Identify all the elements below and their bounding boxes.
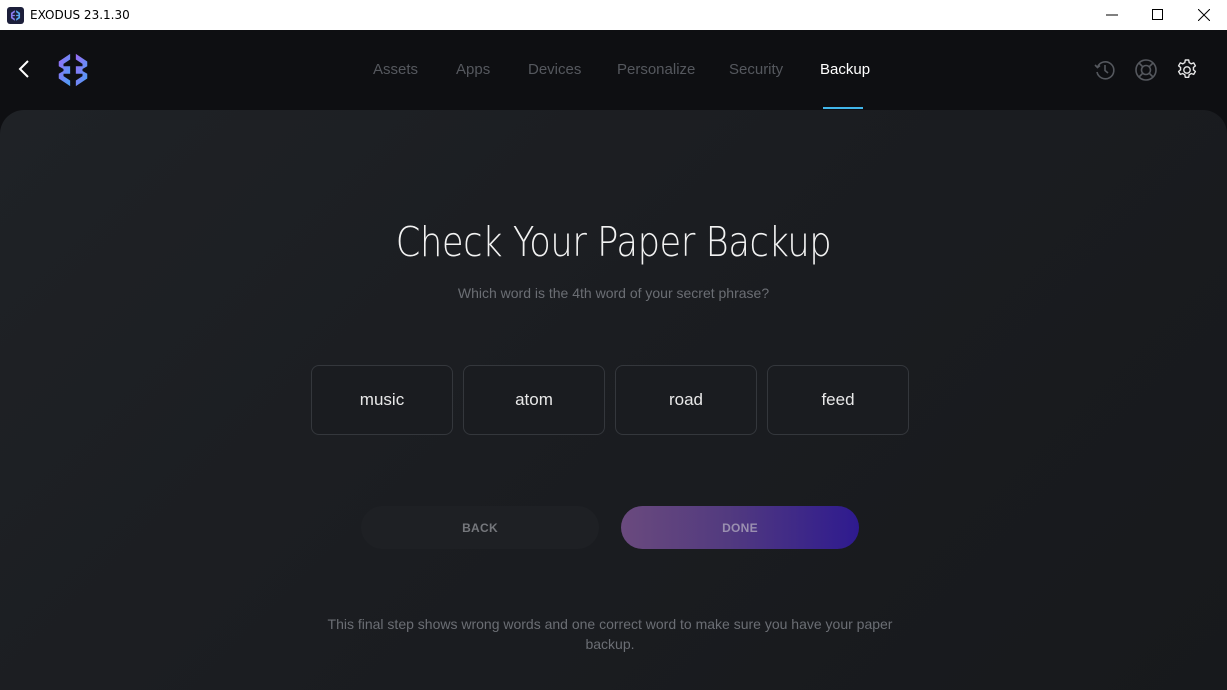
tab-backup[interactable]: Backup bbox=[820, 61, 870, 78]
maximize-button[interactable] bbox=[1135, 0, 1181, 30]
tab-personalize[interactable]: Personalize bbox=[617, 61, 695, 78]
active-tab-indicator bbox=[823, 107, 863, 109]
close-button[interactable] bbox=[1181, 0, 1227, 30]
lifebuoy-icon bbox=[1135, 59, 1157, 81]
exodus-app-icon bbox=[7, 6, 24, 24]
maximize-icon bbox=[1152, 9, 1163, 20]
page-title: Check Your Paper Backup bbox=[395, 218, 832, 266]
word-option[interactable]: music bbox=[311, 365, 453, 435]
minimize-icon bbox=[1106, 14, 1118, 16]
close-icon bbox=[1198, 9, 1210, 21]
tab-apps[interactable]: Apps bbox=[456, 61, 490, 78]
word-option[interactable]: atom bbox=[463, 365, 605, 435]
word-option[interactable]: feed bbox=[767, 365, 909, 435]
question-text: Which word is the 4th word of your secre… bbox=[457, 285, 770, 301]
support-button[interactable] bbox=[1134, 58, 1158, 82]
window-title: EXODUS 23.1.30 bbox=[30, 8, 130, 22]
top-navigation: Assets Apps Devices Personalize Security… bbox=[0, 30, 1227, 110]
tab-assets[interactable]: Assets bbox=[373, 61, 418, 78]
word-options: music atom road feed bbox=[311, 365, 909, 435]
word-option[interactable]: road bbox=[615, 365, 757, 435]
gear-icon bbox=[1177, 59, 1197, 78]
tab-security[interactable]: Security bbox=[729, 61, 783, 78]
back-button[interactable]: BACK bbox=[361, 506, 599, 549]
window-titlebar: EXODUS 23.1.30 bbox=[0, 0, 1227, 30]
settings-button[interactable] bbox=[1175, 58, 1199, 82]
history-icon bbox=[1094, 61, 1115, 80]
main-tabs: Assets Apps Devices Personalize Security… bbox=[0, 30, 1227, 110]
tab-devices[interactable]: Devices bbox=[528, 61, 581, 78]
footnote-text: This final step shows wrong words and on… bbox=[327, 616, 893, 652]
done-button[interactable]: DONE bbox=[621, 506, 859, 549]
history-button[interactable] bbox=[1093, 58, 1117, 82]
minimize-button[interactable] bbox=[1089, 0, 1135, 30]
